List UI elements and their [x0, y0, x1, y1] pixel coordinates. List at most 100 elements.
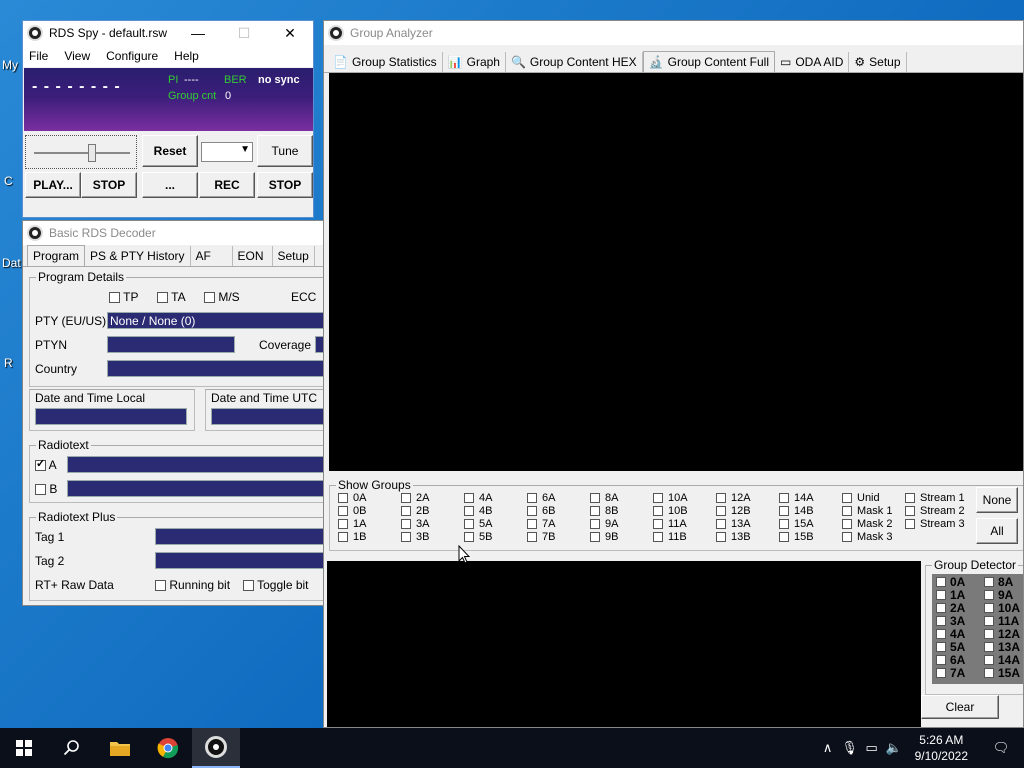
desktop-icon-label[interactable]: My	[2, 58, 18, 72]
ms-checkbox[interactable]: M/S	[204, 290, 240, 304]
desktop-icon-label[interactable]: Dat	[2, 256, 21, 270]
show-group-checkbox[interactable]: 15A	[779, 518, 814, 530]
show-group-checkbox[interactable]: 1B	[338, 531, 366, 543]
show-group-checkbox[interactable]: 11B	[653, 531, 687, 543]
analyzer-titlebar[interactable]: Group Analyzer	[324, 21, 1023, 45]
decoder-titlebar[interactable]: Basic RDS Decoder	[23, 221, 323, 245]
show-group-checkbox[interactable]: 6B	[527, 505, 555, 517]
tab-af[interactable]: AF	[191, 246, 233, 266]
chrome-button[interactable]	[144, 728, 192, 768]
ta-checkbox[interactable]: TA	[157, 290, 186, 304]
group-detector-item[interactable]: 0A	[936, 575, 965, 589]
tab-oda-aid[interactable]: ▭ ODA AID	[775, 52, 850, 72]
show-group-checkbox[interactable]: 10B	[653, 505, 688, 517]
volume-icon[interactable]: 🔈	[883, 740, 905, 756]
show-group-checkbox[interactable]: 9B	[590, 531, 618, 543]
file-explorer-button[interactable]	[96, 728, 144, 768]
rec-button[interactable]: REC	[199, 172, 255, 198]
tuner-select[interactable]: ▼	[201, 142, 253, 162]
group-detector-item[interactable]: 1A	[936, 588, 965, 602]
network-icon[interactable]: ▭	[861, 740, 883, 756]
show-group-checkbox[interactable]: 11A	[653, 518, 687, 530]
tp-checkbox[interactable]: TP	[109, 290, 138, 304]
show-group-checkbox[interactable]: 13A	[716, 518, 751, 530]
show-group-checkbox[interactable]: 1A	[338, 518, 366, 530]
play-button[interactable]: PLAY...	[25, 172, 81, 198]
browse-button[interactable]: ...	[142, 172, 198, 198]
tab-group-content-full[interactable]: 🔬 Group Content Full	[642, 51, 775, 72]
tab-setup[interactable]: ⚙ Setup	[849, 52, 907, 72]
slider-thumb[interactable]	[88, 144, 96, 162]
show-group-checkbox[interactable]: 8B	[590, 505, 618, 517]
tab-group-content-hex[interactable]: 🔍 Group Content HEX	[506, 52, 643, 72]
show-group-checkbox[interactable]: 14A	[779, 492, 814, 504]
rds-spy-taskbar-button[interactable]	[192, 728, 240, 768]
show-group-checkbox[interactable]: 7B	[527, 531, 555, 543]
show-group-checkbox[interactable]: Stream 1	[905, 492, 965, 504]
show-group-checkbox[interactable]: Mask 2	[842, 518, 892, 530]
group-detector-item[interactable]: 5A	[936, 640, 965, 654]
group-content-display[interactable]	[329, 73, 1023, 471]
reset-button[interactable]: Reset	[142, 135, 198, 167]
group-detector-item[interactable]: 4A	[936, 627, 965, 641]
show-group-checkbox[interactable]: 3A	[401, 518, 429, 530]
show-group-checkbox[interactable]: 12B	[716, 505, 751, 517]
show-group-checkbox[interactable]: 13B	[716, 531, 751, 543]
running-bit-checkbox[interactable]: Running bit	[155, 578, 230, 592]
group-detector-item[interactable]: 14A	[984, 653, 1020, 667]
tab-program[interactable]: Program	[27, 245, 86, 266]
clear-button[interactable]: Clear	[921, 695, 999, 719]
show-group-checkbox[interactable]: 6A	[527, 492, 555, 504]
tab-eon[interactable]: EON	[233, 246, 273, 266]
stop-rec-button[interactable]: STOP	[257, 172, 313, 198]
show-group-checkbox[interactable]: Unid	[842, 492, 880, 504]
toggle-bit-checkbox[interactable]: Toggle bit	[243, 578, 309, 592]
group-detector-item[interactable]: 11A	[984, 614, 1019, 628]
show-group-checkbox[interactable]: 5B	[464, 531, 492, 543]
show-group-checkbox[interactable]: 10A	[653, 492, 688, 504]
clock[interactable]: 5:26 AM 9/10/2022	[905, 732, 978, 764]
group-detector-item[interactable]: 15A	[984, 666, 1020, 680]
show-group-checkbox[interactable]: 3B	[401, 531, 429, 543]
minimize-button[interactable]: —	[175, 21, 221, 45]
maximize-button[interactable]: ☐	[221, 21, 267, 45]
show-group-checkbox[interactable]: 8A	[590, 492, 618, 504]
show-group-checkbox[interactable]: 12A	[716, 492, 751, 504]
menu-help[interactable]: Help	[174, 49, 199, 63]
show-group-checkbox[interactable]: 14B	[779, 505, 814, 517]
show-group-checkbox[interactable]: 4A	[464, 492, 492, 504]
chevron-up-icon[interactable]: ∧	[817, 740, 839, 756]
all-button[interactable]: All	[976, 518, 1018, 544]
group-detector-item[interactable]: 2A	[936, 601, 965, 615]
show-group-checkbox[interactable]: 0B	[338, 505, 366, 517]
none-button[interactable]: None	[976, 487, 1018, 513]
group-detector-item[interactable]: 7A	[936, 666, 965, 680]
rt-a-checkbox[interactable]: A	[35, 457, 57, 472]
show-group-checkbox[interactable]: 0A	[338, 492, 366, 504]
tab-graph[interactable]: 📊 Graph	[443, 52, 506, 72]
show-group-checkbox[interactable]: Mask 3	[842, 531, 892, 543]
menu-file[interactable]: File	[29, 49, 48, 63]
rt-b-checkbox[interactable]: B	[35, 482, 57, 496]
search-button[interactable]	[48, 728, 96, 768]
tab-ps-pty-history[interactable]: PS & PTY History	[85, 246, 191, 266]
show-group-checkbox[interactable]: Stream 2	[905, 505, 965, 517]
start-button[interactable]	[0, 728, 48, 768]
menu-configure[interactable]: Configure	[106, 49, 158, 63]
show-group-checkbox[interactable]: 9A	[590, 518, 618, 530]
show-group-checkbox[interactable]: 7A	[527, 518, 555, 530]
group-detector-item[interactable]: 9A	[984, 588, 1013, 602]
microphone-icon[interactable]: 🎙	[839, 740, 861, 756]
rdsspy-titlebar[interactable]: RDS Spy - default.rsw — ☐ ✕	[23, 21, 313, 45]
menu-view[interactable]: View	[64, 49, 90, 63]
show-group-checkbox[interactable]: Mask 1	[842, 505, 892, 517]
show-group-checkbox[interactable]: 5A	[464, 518, 492, 530]
show-group-checkbox[interactable]: 15B	[779, 531, 814, 543]
group-detector-item[interactable]: 6A	[936, 653, 965, 667]
group-detector-item[interactable]: 13A	[984, 640, 1020, 654]
tab-decoder-setup[interactable]: Setup	[273, 246, 315, 266]
group-detector-item[interactable]: 8A	[984, 575, 1013, 589]
group-detector-item[interactable]: 12A	[984, 627, 1020, 641]
desktop-icon-label[interactable]: R	[4, 356, 13, 370]
notification-icon[interactable]: 🗨	[978, 740, 1024, 756]
